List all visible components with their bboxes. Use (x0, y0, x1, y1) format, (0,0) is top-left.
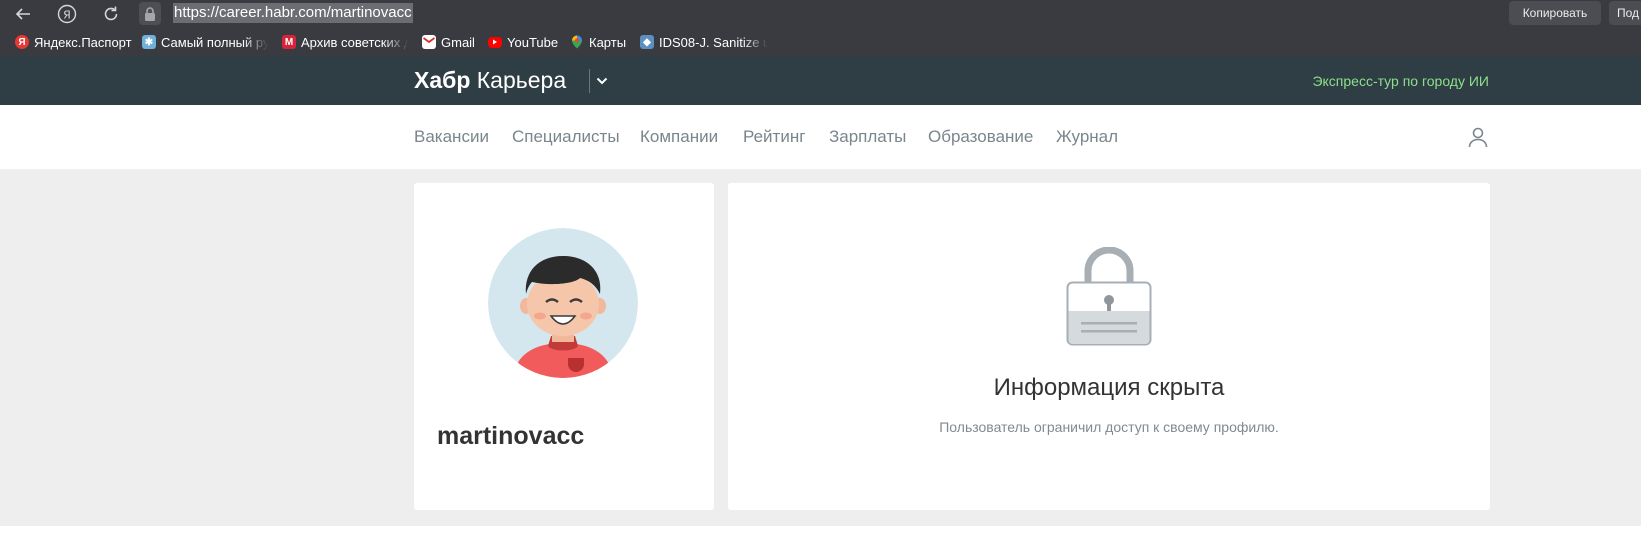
bookmark-maps[interactable]: Карты (570, 33, 626, 51)
browser-address-bar: Я https://career.habr.com/martinovacc Ко… (0, 0, 1641, 28)
user-icon[interactable] (1466, 125, 1490, 149)
profile-card: martinovacc (414, 183, 714, 510)
profile-username: martinovacc (437, 422, 585, 450)
hidden-info-description: Пользователь ограничил доступ к своему п… (939, 419, 1279, 435)
nav-item-journal[interactable]: Журнал (1056, 127, 1118, 147)
bookmark-soviet-archive[interactable]: M Архив советских д (282, 33, 408, 51)
chevron-down-icon[interactable] (592, 69, 612, 93)
nav-item-salaries[interactable]: Зарплаты (829, 127, 906, 147)
logo-divider (589, 69, 590, 93)
promo-link[interactable]: Экспресс-тур по городу ИИ (1312, 73, 1489, 89)
bookmark-label: Архив советских д (301, 34, 408, 50)
gmail-icon (422, 35, 436, 49)
yandex-browser-icon[interactable]: Я (55, 2, 79, 26)
logo-bold: Хабр (414, 67, 471, 93)
content-area: martinovacc Информация скрыта Пользовате… (0, 169, 1641, 526)
nav-item-vacancies[interactable]: Вакансии (414, 127, 489, 147)
back-arrow-icon[interactable] (11, 2, 35, 26)
avatar (488, 228, 638, 378)
nav-item-education[interactable]: Образование (928, 127, 1033, 147)
url-field[interactable]: https://career.habr.com/martinovacc (173, 3, 413, 23)
copy-button[interactable]: Копировать (1509, 1, 1601, 25)
hidden-info-title: Информация скрыта (993, 374, 1225, 401)
main-nav: Вакансии Специалисты Компании Рейтинг За… (0, 105, 1641, 169)
extra-button[interactable]: Под (1609, 1, 1641, 25)
bookmark-ids08[interactable]: ◆ IDS08-J. Sanitize u (640, 33, 768, 51)
bookmark-full-list[interactable]: ✱ Самый полный ру (142, 33, 268, 51)
m-icon: M (282, 35, 296, 49)
svg-text:Я: Я (63, 9, 71, 22)
bookmark-label: IDS08-J. Sanitize u (659, 34, 768, 50)
site-header: Хабр Карьера Экспресс-тур по городу ИИ (0, 56, 1641, 105)
bookmark-youtube[interactable]: YouTube (488, 33, 558, 51)
maps-icon (570, 35, 584, 49)
bookmark-label: Яндекс.Паспорт (34, 34, 132, 50)
bookmarks-bar: Я Яндекс.Паспорт ✱ Самый полный ру M Арх… (0, 28, 1641, 56)
nav-item-companies[interactable]: Компании (640, 127, 718, 147)
yandex-icon: Я (15, 35, 29, 49)
logo-light: Карьера (476, 67, 567, 93)
ids-icon: ◆ (640, 35, 654, 49)
site-logo[interactable]: Хабр Карьера (414, 67, 566, 94)
padlock-icon (1066, 246, 1152, 347)
nav-item-specialists[interactable]: Специалисты (512, 127, 620, 147)
youtube-icon (488, 36, 502, 48)
reload-icon[interactable] (99, 2, 123, 26)
bookmark-gmail[interactable]: Gmail (422, 33, 475, 51)
bookmark-label: YouTube (507, 34, 559, 50)
snowflake-icon: ✱ (142, 35, 156, 49)
bookmark-label: Карты (589, 34, 627, 50)
lock-icon[interactable] (139, 2, 161, 25)
bookmark-label: Самый полный ру (161, 34, 268, 50)
bookmark-label: Gmail (441, 34, 475, 50)
nav-item-rating[interactable]: Рейтинг (743, 127, 805, 147)
bookmark-yandex-passport[interactable]: Я Яндекс.Паспорт (15, 33, 132, 51)
hidden-info-card: Информация скрыта Пользователь ограничил… (728, 183, 1490, 510)
